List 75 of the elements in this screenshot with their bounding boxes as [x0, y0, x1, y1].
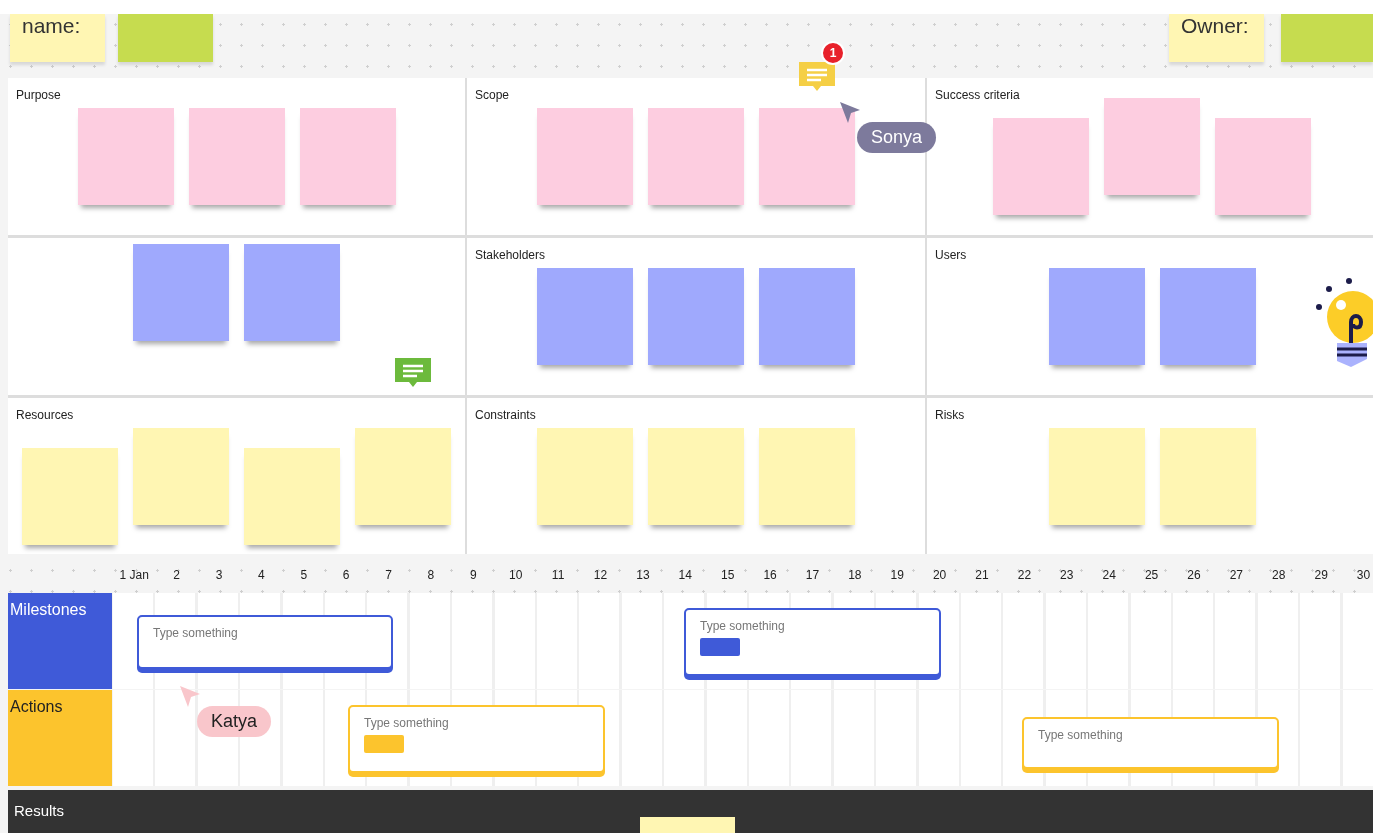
- sticky-note[interactable]: [244, 448, 340, 545]
- day-label: 7: [384, 567, 393, 582]
- sticky-note[interactable]: [133, 428, 229, 525]
- section-title: Purpose: [15, 87, 62, 102]
- day-label: 15: [720, 567, 736, 582]
- row-label: Actions: [8, 690, 112, 786]
- day-label: 6: [341, 567, 351, 582]
- sticky-note[interactable]: [299, 108, 396, 205]
- day-label: 30: [1355, 567, 1372, 582]
- day-label: 26: [1186, 567, 1202, 582]
- sticky-note[interactable]: [648, 268, 744, 365]
- day-label: 27: [1228, 567, 1245, 582]
- day-label: 3: [214, 567, 224, 582]
- day-label: 23: [1059, 567, 1075, 582]
- day-label: 20: [931, 567, 948, 582]
- sticky-note[interactable]: [1048, 428, 1145, 525]
- day-label: 8: [426, 567, 436, 582]
- section-title: Constraints: [474, 407, 537, 422]
- card-text: Type something: [700, 619, 785, 633]
- user-name-tag: Katya: [197, 706, 272, 737]
- sticky-note[interactable]: [759, 268, 855, 365]
- day-label: 16: [762, 567, 778, 582]
- sticky-note[interactable]: [759, 108, 855, 205]
- section-title: Success criteria: [934, 87, 1021, 102]
- sticky-note[interactable]: [1159, 268, 1256, 365]
- day-label: 18: [847, 567, 863, 582]
- sticky-note[interactable]: [1215, 118, 1311, 215]
- name-label: name:: [21, 14, 82, 38]
- sticky-note[interactable]: [648, 108, 744, 205]
- day-label: 25: [1143, 567, 1160, 582]
- sticky-note[interactable]: [537, 108, 633, 205]
- sticky-note[interactable]: [537, 428, 633, 525]
- sticky-note[interactable]: [648, 428, 744, 525]
- day-label: 19: [889, 567, 905, 582]
- sticky-note[interactable]: [759, 428, 855, 525]
- owner-label: Owner:: [1180, 14, 1250, 38]
- user-name-tag: Sonya: [857, 122, 937, 153]
- day-label: 17: [804, 567, 821, 582]
- day-label: 14: [677, 567, 693, 582]
- card-text: Type something: [1038, 728, 1123, 742]
- day-label: 5: [299, 567, 309, 582]
- section-title: Resources: [15, 407, 75, 422]
- sticky-note[interactable]: [77, 108, 174, 205]
- section-title: Risks: [934, 407, 966, 422]
- day-label: 28: [1271, 567, 1287, 582]
- sticky-note[interactable]: [537, 268, 633, 365]
- sticky-note[interactable]: [993, 118, 1089, 215]
- day-label: 11: [550, 567, 566, 582]
- results-label: Results: [14, 802, 65, 819]
- day-label: 1 Jan: [118, 567, 150, 582]
- section-title: Stakeholders: [474, 247, 547, 262]
- day-label: 12: [592, 567, 609, 582]
- sticky-note[interactable]: [22, 448, 118, 545]
- row-label: Milestones: [8, 593, 112, 689]
- sticky-note[interactable]: [1104, 98, 1200, 195]
- notification-badge: 1: [821, 41, 845, 65]
- day-label: 24: [1101, 567, 1117, 582]
- section-title: Users: [934, 247, 968, 262]
- sticky-note[interactable]: [355, 428, 451, 525]
- sticky-note[interactable]: [188, 108, 285, 205]
- day-label: 2: [172, 567, 181, 582]
- day-label: 10: [508, 567, 524, 582]
- sticky-note[interactable]: [133, 244, 229, 341]
- sticky-note[interactable]: [1159, 428, 1256, 525]
- section-title: Scope: [474, 87, 511, 102]
- day-label: 13: [635, 567, 651, 582]
- card-text: Type something: [364, 716, 449, 730]
- day-label: 4: [257, 567, 266, 582]
- sticky-note[interactable]: [244, 244, 340, 341]
- day-label: 29: [1313, 567, 1329, 582]
- day-label: 21: [974, 567, 990, 582]
- day-label: 22: [1016, 567, 1033, 582]
- card-text: Type something: [153, 626, 238, 640]
- day-label: 9: [468, 567, 478, 582]
- sticky-note[interactable]: [1048, 268, 1145, 365]
